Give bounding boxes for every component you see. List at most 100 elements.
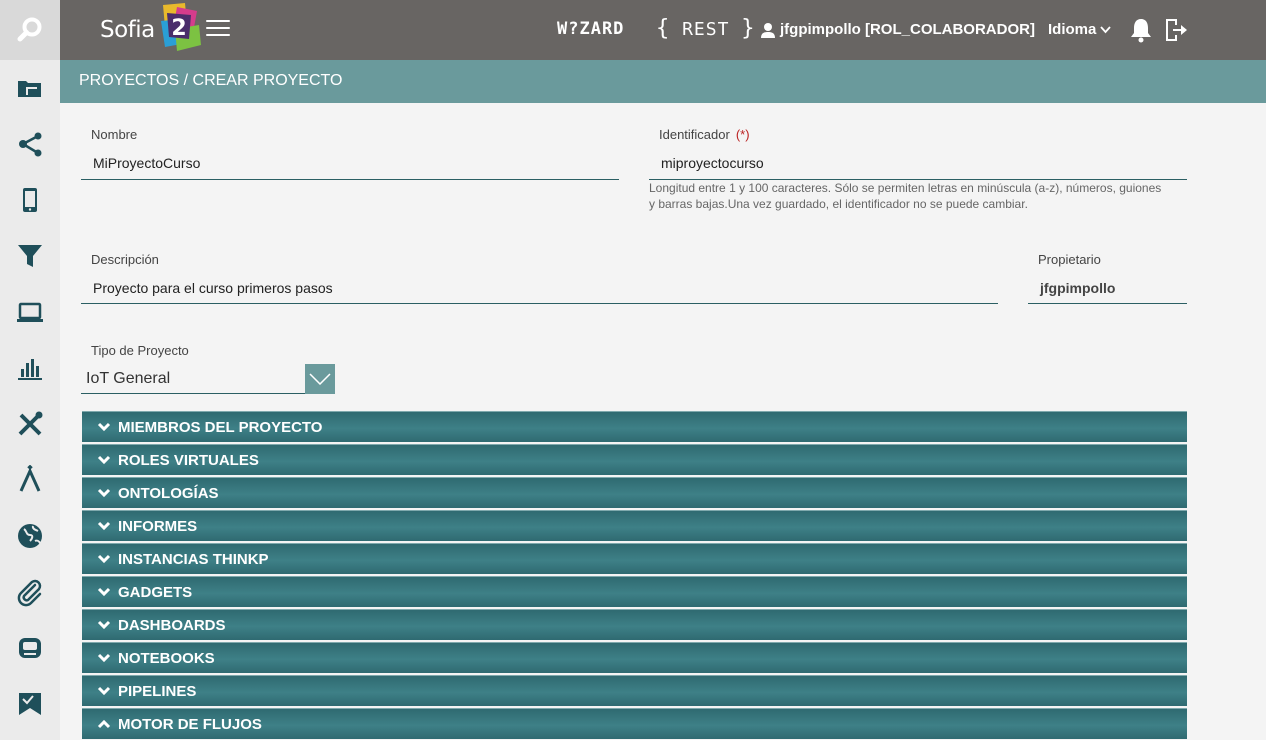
logout-icon	[1166, 19, 1187, 41]
section-header[interactable]: DASHBOARDS	[82, 609, 1187, 640]
bar-chart-icon	[18, 359, 42, 380]
chevron-down-icon	[97, 554, 111, 564]
tipo-proyecto-label: Tipo de Proyecto	[91, 343, 189, 358]
chevron-down-icon	[97, 422, 111, 432]
language-menu[interactable]: Idioma	[1048, 21, 1112, 38]
identificador-input[interactable]: miproyectocurso	[661, 155, 764, 171]
chevron-down-icon	[97, 521, 111, 531]
section-label: MIEMBROS DEL PROYECTO	[118, 418, 323, 436]
tools-icon	[18, 411, 43, 436]
rest-brace-right: }	[741, 16, 756, 41]
language-label: Idioma	[1048, 21, 1097, 38]
logo-mark-icon: 2	[160, 3, 201, 51]
wizard-link[interactable]: W?ZARD	[557, 19, 624, 39]
chevron-down-icon	[97, 653, 111, 663]
map-icon	[19, 693, 41, 715]
section-label: NOTEBOOKS	[118, 649, 215, 667]
section-label: INSTANCIAS THINKP	[118, 550, 269, 568]
bell-icon	[1131, 19, 1151, 43]
filter-icon	[18, 245, 42, 267]
identificador-label: Identificador (*)	[659, 127, 750, 142]
top-navbar: Sofia 2 W?ZARD { REST } jfgpimpollo [ROL…	[60, 0, 1266, 60]
section-label: MOTOR DE FLUJOS	[118, 715, 262, 733]
chevron-down-icon	[97, 686, 111, 696]
search-icon	[17, 17, 42, 42]
globe-icon	[18, 524, 42, 548]
nombre-underline	[81, 179, 619, 180]
chevron-down-icon	[97, 455, 111, 465]
folder-icon	[18, 81, 41, 97]
section-header[interactable]: MOTOR DE FLUJOS	[82, 708, 1187, 739]
paperclip-icon	[17, 579, 42, 607]
breadcrumb: PROYECTOS / CREAR PROYECTO	[79, 72, 343, 89]
section-label: GADGETS	[118, 583, 193, 601]
chevron-down-icon	[97, 587, 111, 597]
section-label: INFORMES	[118, 517, 198, 535]
chevron-down-icon	[97, 620, 111, 630]
search-button[interactable]	[0, 0, 60, 60]
chevron-down-icon	[1100, 25, 1112, 33]
sidebar-item-device-manager[interactable]	[0, 620, 60, 676]
section-header[interactable]: ROLES VIRTUALES	[82, 444, 1187, 475]
section-header[interactable]: INFORMES	[82, 510, 1187, 541]
sidebar-item-devices[interactable]	[0, 172, 60, 228]
propietario-underline	[1028, 303, 1187, 304]
user-menu[interactable]: jfgpimpollo [ROL_COLABORADOR]	[760, 21, 1035, 38]
project-sections-accordion: MIEMBROS DEL PROYECTO ROLES VIRTUALES ONTO…	[82, 411, 1187, 740]
sidebar-item-tools[interactable]	[0, 396, 60, 452]
rest-label: REST	[682, 19, 730, 40]
left-sidebar	[0, 0, 60, 740]
section-header[interactable]: GADGETS	[82, 576, 1187, 607]
section-label: DASHBOARDS	[118, 616, 226, 634]
chevron-down-icon	[97, 488, 111, 498]
rest-brace-left: {	[656, 16, 671, 41]
branch-icon	[19, 465, 41, 492]
breadcrumb-bar: PROYECTOS / CREAR PROYECTO	[60, 60, 1266, 103]
sidebar-item-projects[interactable]	[0, 60, 60, 116]
menu-toggle-button[interactable]	[206, 20, 230, 40]
notifications-button[interactable]	[1129, 17, 1153, 48]
user-label: jfgpimpollo [ROL_COLABORADOR]	[780, 21, 1035, 38]
tipo-proyecto-value: IoT General	[86, 370, 171, 387]
section-header[interactable]: ONTOLOGÍAS	[82, 477, 1187, 508]
chevron-down-icon	[309, 373, 331, 385]
nombre-input[interactable]: MiProyectoCurso	[93, 155, 200, 171]
logo-text: Sofia	[100, 17, 155, 43]
laptop-icon	[17, 302, 43, 322]
section-label: PIPELINES	[118, 682, 197, 700]
descripcion-input[interactable]: Proyecto para el curso primeros pasos	[93, 280, 333, 296]
user-icon	[761, 22, 775, 38]
device-icon	[19, 638, 41, 658]
sidebar-item-share[interactable]	[0, 116, 60, 172]
logo-number: 2	[171, 16, 186, 41]
sidebar-item-flows[interactable]	[0, 452, 60, 508]
sidebar-item-reports[interactable]	[0, 340, 60, 396]
section-label: ROLES VIRTUALES	[118, 451, 259, 469]
descripcion-underline	[81, 303, 998, 304]
sidebar-item-attachments[interactable]	[0, 564, 60, 620]
select-dropdown-button[interactable]	[305, 364, 335, 394]
section-label: ONTOLOGÍAS	[118, 484, 219, 502]
logout-button[interactable]	[1164, 17, 1188, 48]
identificador-hint: Longitud entre 1 y 100 caracteres. Sólo …	[649, 181, 1162, 211]
propietario-value: jfgpimpollo	[1040, 280, 1116, 296]
rest-link[interactable]: { REST }	[656, 16, 756, 41]
required-mark: (*)	[735, 127, 750, 142]
section-header[interactable]: NOTEBOOKS	[82, 642, 1187, 673]
section-header[interactable]: MIEMBROS DEL PROYECTO	[82, 411, 1187, 442]
sidebar-item-filter[interactable]	[0, 228, 60, 284]
propietario-label: Propietario	[1038, 252, 1101, 267]
tipo-proyecto-select[interactable]: IoT General	[81, 364, 335, 394]
sidebar-item-marketplace[interactable]	[0, 676, 60, 732]
app-logo[interactable]: Sofia 2	[100, 0, 203, 60]
section-header[interactable]: INSTANCIAS THINKP	[82, 543, 1187, 574]
mobile-icon	[23, 188, 37, 212]
chevron-up-icon	[97, 719, 111, 729]
share-icon	[19, 132, 42, 157]
section-header[interactable]: PIPELINES	[82, 675, 1187, 706]
sidebar-item-laptop[interactable]	[0, 284, 60, 340]
nombre-label: Nombre	[91, 127, 138, 142]
identificador-label-text: Identificador	[659, 127, 730, 142]
descripcion-label: Descripción	[91, 252, 159, 267]
sidebar-item-web[interactable]	[0, 508, 60, 564]
